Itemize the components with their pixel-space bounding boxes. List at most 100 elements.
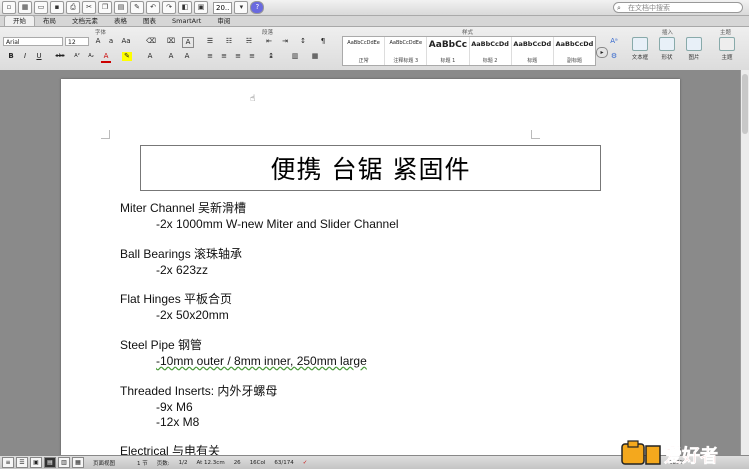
- style-heading-1[interactable]: AaBbCc 标题 1: [427, 37, 470, 65]
- draft-view-button[interactable]: ≡: [2, 457, 14, 468]
- style-annotation-heading[interactable]: AaBbCcDdEe 注释标题 3: [385, 37, 428, 65]
- bold-button[interactable]: B: [6, 52, 16, 61]
- word-count[interactable]: 63/174: [274, 460, 293, 466]
- vertical-scrollbar[interactable]: [740, 70, 749, 455]
- view-mode-label: 页面视图: [93, 460, 116, 467]
- tab-document-elements[interactable]: 文档元素: [64, 16, 106, 26]
- search-placeholder: 在文档中搜索: [628, 4, 670, 12]
- tab-home[interactable]: 开始: [4, 15, 35, 26]
- textbox-button[interactable]: 文本框: [629, 37, 651, 61]
- section-heading-threaded-inserts: Threaded Inserts: 内外牙螺母: [120, 384, 278, 398]
- shading-icon[interactable]: ▥: [290, 52, 300, 61]
- strikethrough-button[interactable]: abc: [55, 52, 65, 61]
- justify-icon[interactable]: ≡: [247, 52, 257, 61]
- new-document-icon[interactable]: ▫: [2, 1, 16, 14]
- sidebar-toggle-icon[interactable]: ◧: [178, 1, 192, 14]
- styles-pane-icon[interactable]: ⌧: [166, 37, 176, 46]
- grow-font-icon[interactable]: A: [93, 37, 103, 46]
- font-size-select[interactable]: 12: [65, 37, 89, 46]
- list-item: -10mm outer / 8mm inner, 250mm large: [156, 354, 367, 368]
- shape-button[interactable]: 形状: [656, 37, 678, 61]
- spelling-check-icon[interactable]: ✓: [303, 460, 308, 466]
- multilevel-list-icon[interactable]: ☵: [244, 37, 254, 46]
- fullscreen-view-button[interactable]: ▦: [72, 457, 84, 468]
- numbering-icon[interactable]: ☷: [224, 37, 234, 46]
- increase-indent-icon[interactable]: ⇥: [280, 37, 290, 46]
- document-title: 便携 台锯 紧固件: [270, 155, 471, 184]
- bullets-icon[interactable]: ☰: [205, 37, 215, 46]
- italic-button[interactable]: I: [20, 52, 30, 61]
- print-layout-view-button[interactable]: ▤: [44, 457, 56, 468]
- paste-icon[interactable]: ▤: [114, 1, 128, 14]
- line-spacing-icon[interactable]: ↨: [266, 52, 276, 61]
- underline-button[interactable]: U: [34, 52, 44, 61]
- search-input[interactable]: ⌕ 在文档中搜索: [613, 2, 743, 13]
- shrink-font-icon[interactable]: a: [106, 37, 116, 46]
- print-icon[interactable]: ⎙: [66, 1, 80, 14]
- decrease-indent-icon[interactable]: ⇤: [264, 37, 274, 46]
- tab-smartart[interactable]: SmartArt: [164, 16, 209, 26]
- style-name: 标题 1: [440, 58, 456, 64]
- clear-formatting-icon[interactable]: ⌫: [146, 37, 156, 46]
- tab-charts[interactable]: 图表: [135, 16, 164, 26]
- text-box-a-icon[interactable]: A: [182, 37, 194, 48]
- list-item: -9x M6: [156, 400, 193, 414]
- media-browser-icon[interactable]: ▣: [194, 1, 208, 14]
- tab-tables[interactable]: 表格: [106, 16, 135, 26]
- undo-icon[interactable]: ↶: [146, 1, 160, 14]
- styles-gallery: AaBbCcDdEe 正常 AaBbCcDdEe 注释标题 3 AaBbCc 标…: [342, 36, 596, 66]
- font-name-select[interactable]: Arial: [3, 37, 63, 46]
- zoom-select[interactable]: 20..: [213, 1, 233, 14]
- highlight-button[interactable]: ✎: [122, 52, 132, 61]
- style-normal[interactable]: AaBbCcDdEe 正常: [343, 37, 386, 65]
- save-icon[interactable]: ▪: [50, 1, 64, 14]
- align-center-icon[interactable]: ≡: [219, 52, 229, 61]
- style-sample: AaBbCcDd: [471, 40, 509, 48]
- style-heading-2[interactable]: AaBbCcDd 标题 2: [470, 37, 512, 65]
- cut-icon[interactable]: ✂: [82, 1, 96, 14]
- picture-button[interactable]: 图片: [683, 37, 705, 61]
- search-icon: ⌕: [617, 4, 621, 12]
- document-page[interactable]: 便携 台锯 紧固件 Miter Channel 吴新滑槽 -2x 1000mm …: [61, 79, 680, 458]
- style-title[interactable]: AaBbCcDd 标题: [512, 37, 554, 65]
- sort-icon[interactable]: ↕: [298, 37, 308, 46]
- chevron-down-icon[interactable]: ▾: [234, 1, 249, 14]
- character-spacing-icon[interactable]: A: [166, 52, 176, 61]
- subscript-button[interactable]: A₂: [86, 52, 96, 61]
- change-case-icon[interactable]: Aa: [121, 37, 131, 46]
- text-effects-icon[interactable]: A: [145, 52, 155, 61]
- watermark-text: 爱好者: [664, 445, 718, 467]
- help-button[interactable]: ?: [250, 1, 265, 14]
- text-outline-icon[interactable]: A: [182, 52, 192, 61]
- notebook-view-button[interactable]: ▥: [58, 457, 70, 468]
- style-subtitle[interactable]: AaBbCcDd 副标题: [554, 37, 595, 65]
- format-painter-icon[interactable]: ✎: [130, 1, 144, 14]
- picture-label: 图片: [688, 55, 700, 61]
- shape-label: 形状: [661, 55, 673, 61]
- borders-icon[interactable]: ▦: [310, 52, 320, 61]
- change-styles-icon[interactable]: Aᵃ: [609, 37, 619, 46]
- align-right-icon[interactable]: ≡: [233, 52, 243, 61]
- theme-button[interactable]: 主题: [716, 37, 738, 61]
- ribbon-tabs: 开始 布局 文档元素 表格 图表 SmartArt 审阅: [0, 15, 749, 27]
- tab-layout[interactable]: 布局: [35, 16, 64, 26]
- template-gallery-icon[interactable]: ▦: [18, 1, 32, 14]
- section-heading-ball-bearings: Ball Bearings 滚珠轴承: [120, 247, 243, 261]
- title-text-box[interactable]: 便携 台锯 紧固件: [140, 145, 601, 191]
- copy-icon[interactable]: ❐: [98, 1, 112, 14]
- superscript-button[interactable]: A²: [72, 52, 82, 61]
- tab-review[interactable]: 审阅: [209, 16, 238, 26]
- list-item: -2x 1000mm W-new Miter and Slider Channe…: [156, 217, 399, 231]
- styles-group-title: 样式: [462, 30, 474, 36]
- styles-settings-icon[interactable]: ⚙: [609, 52, 619, 61]
- redo-icon[interactable]: ↷: [162, 1, 176, 14]
- font-color-button[interactable]: A: [101, 52, 111, 63]
- outline-view-button[interactable]: ☰: [16, 457, 28, 468]
- styles-more-arrow-icon[interactable]: ▸: [596, 47, 608, 58]
- open-folder-icon[interactable]: ▭: [34, 1, 48, 14]
- scrollbar-thumb[interactable]: [742, 74, 748, 134]
- show-formatting-icon[interactable]: ¶: [318, 37, 328, 46]
- align-left-icon[interactable]: ≡: [205, 52, 215, 61]
- pages-count: 1/2: [178, 459, 188, 466]
- publishing-view-button[interactable]: ▣: [30, 457, 42, 468]
